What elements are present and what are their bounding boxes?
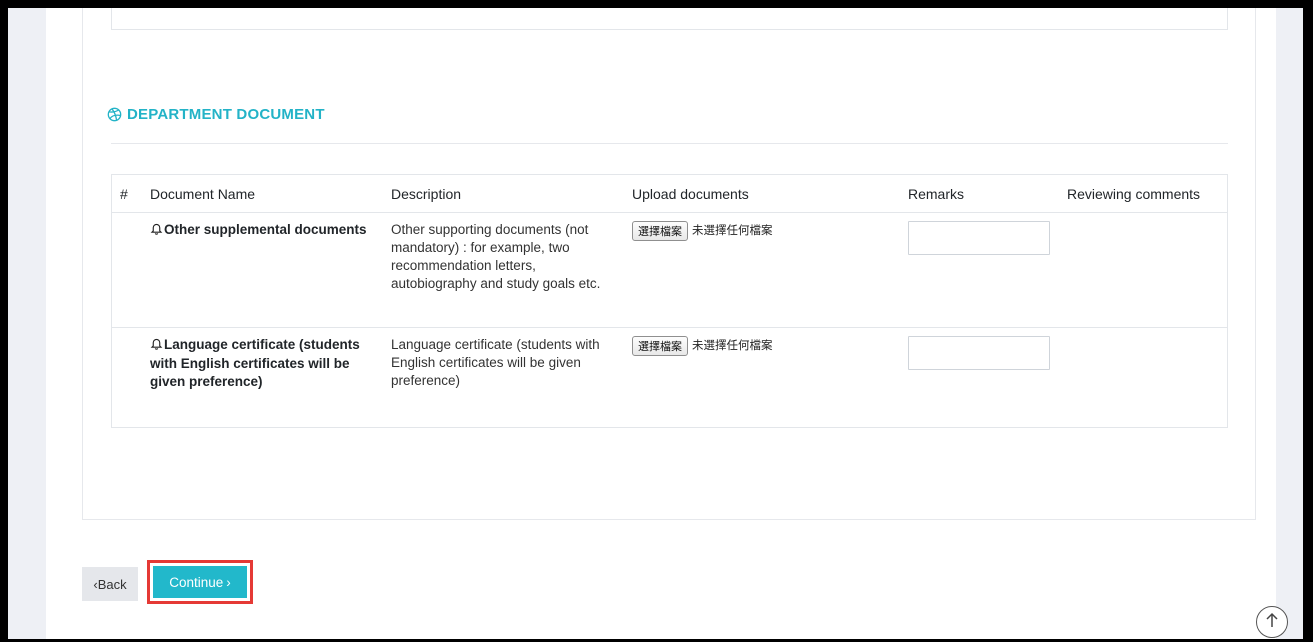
upload-cell: 選擇檔案 未選擇任何檔案 [624, 212, 900, 328]
document-name: Language certificate (students with Engl… [150, 337, 360, 389]
document-name: Other supplemental documents [164, 222, 367, 237]
file-status: 未選擇任何檔案 [692, 340, 773, 352]
back-button[interactable]: ‹Back [82, 567, 138, 601]
arrow-up-circle-icon [1264, 611, 1280, 634]
screenshot-frame: DEPARTMENT DOCUMENT # Document Name Desc… [0, 0, 1313, 642]
header-upload-documents: Upload documents [624, 174, 900, 213]
choose-file-button[interactable]: 選擇檔案 [632, 336, 688, 356]
continue-button[interactable]: Continue › [153, 566, 247, 598]
scroll-to-top-button[interactable] [1256, 606, 1288, 638]
header-num: # [111, 174, 142, 213]
table-row: Other supplemental documents Other suppo… [111, 212, 1228, 328]
row-num [111, 212, 142, 328]
bell-icon [150, 337, 163, 355]
remarks-input[interactable] [908, 336, 1050, 370]
table-header-row: # Document Name Description Upload docum… [111, 174, 1228, 213]
main-content: DEPARTMENT DOCUMENT # Document Name Desc… [46, 8, 1276, 639]
section-divider [111, 143, 1228, 144]
reviewing-comments-cell [1059, 327, 1228, 428]
chevron-right-icon: › [226, 574, 231, 590]
remarks-cell [900, 212, 1059, 328]
file-status: 未選擇任何檔案 [692, 225, 773, 237]
documents-table: # Document Name Description Upload docum… [111, 174, 1228, 428]
remarks-input[interactable] [908, 221, 1050, 255]
header-reviewing-comments: Reviewing comments [1059, 174, 1228, 213]
bell-icon [150, 222, 163, 240]
remarks-cell [900, 327, 1059, 428]
description-cell: Other supporting documents (not mandator… [383, 212, 624, 328]
continue-highlight: Continue › [147, 560, 253, 604]
header-remarks: Remarks [900, 174, 1059, 213]
section-header: DEPARTMENT DOCUMENT [107, 106, 325, 123]
continue-label: Continue [169, 574, 224, 590]
description-cell: Language certificate (students with Engl… [383, 327, 624, 428]
section-title: DEPARTMENT DOCUMENT [127, 106, 325, 123]
header-document-name: Document Name [142, 174, 383, 213]
form-panel: DEPARTMENT DOCUMENT # Document Name Desc… [82, 8, 1256, 520]
document-name-cell: Language certificate (students with Engl… [142, 327, 383, 428]
dribbble-icon [107, 107, 122, 122]
upload-cell: 選擇檔案 未選擇任何檔案 [624, 327, 900, 428]
choose-file-button[interactable]: 選擇檔案 [632, 221, 688, 241]
header-description: Description [383, 174, 624, 213]
document-name-cell: Other supplemental documents [142, 212, 383, 328]
row-num [111, 327, 142, 428]
previous-section-box [111, 8, 1228, 30]
table-row: Language certificate (students with Engl… [111, 327, 1228, 428]
reviewing-comments-cell [1059, 212, 1228, 328]
